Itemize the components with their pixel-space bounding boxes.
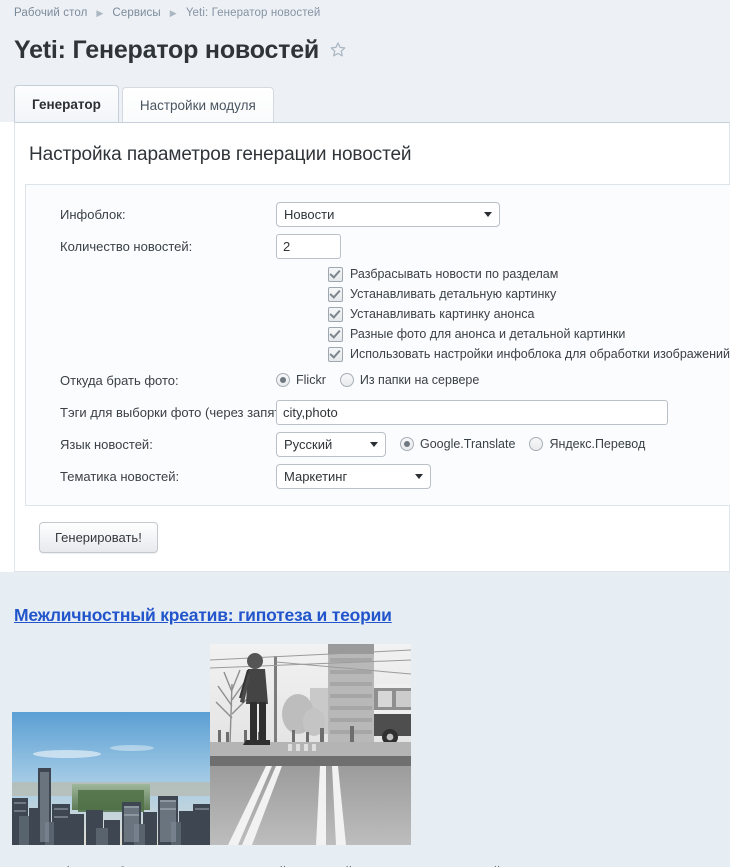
result-body-line-1: Диверсификация бизнеса индуцирует ролево…	[14, 863, 730, 867]
checkbox-row-scatter[interactable]: Разбрасывать новости по разделам	[328, 265, 730, 283]
page-title: Yeti: Генератор новостей	[14, 38, 319, 63]
breadcrumb-separator-icon: ▶	[96, 9, 103, 18]
checkbox-scatter-label: Разбрасывать новости по разделам	[350, 267, 558, 281]
checkbox-use-infoblock-settings[interactable]	[328, 347, 343, 362]
count-label: Количество новостей:	[26, 239, 276, 254]
breadcrumb-item-services[interactable]: Сервисы	[112, 7, 160, 19]
tab-module-settings[interactable]: Настройки модуля	[122, 87, 274, 122]
page-title-row: Yeti: Генератор новостей	[0, 26, 730, 72]
breadcrumb-item-desktop[interactable]: Рабочий стол	[14, 7, 87, 19]
tab-bar: Генератор Настройки модуля	[0, 72, 730, 122]
radio-google-translate-label: Google.Translate	[420, 437, 515, 451]
radio-yandex-translate-label: Яндекс.Перевод	[549, 437, 645, 451]
tab-generator-label: Генератор	[32, 97, 101, 112]
result-photos	[0, 638, 730, 853]
topic-label: Тематика новостей:	[26, 469, 276, 484]
checkbox-different-photos-label: Разные фото для анонса и детальной карти…	[350, 327, 625, 341]
checkbox-use-infoblock-settings-label: Использовать настройки инфоблока для обр…	[350, 347, 730, 361]
form-row-language: Язык новостей: Русский Google.Translate …	[26, 431, 730, 457]
results-area: Межличностный креатив: гипотеза и теории	[0, 572, 730, 867]
checkbox-row-detail-image[interactable]: Устанавливать детальную картинку	[328, 285, 730, 303]
checkbox-row-preview-image[interactable]: Устанавливать картинку анонса	[328, 305, 730, 323]
checkbox-row-use-infoblock-settings[interactable]: Использовать настройки инфоблока для обр…	[328, 345, 730, 363]
form-row-topic: Тематика новостей: Маркетинг	[26, 463, 730, 489]
photo-source-radio-group: Flickr Из папки на сервере	[276, 373, 493, 387]
checkbox-detail-image-label: Устанавливать детальную картинку	[350, 287, 556, 301]
admin-header-area: Рабочий стол ▶ Сервисы ▶ Yeti: Генератор…	[0, 0, 730, 122]
radio-flickr-label: Flickr	[296, 373, 326, 387]
breadcrumb-item-current: Yeti: Генератор новостей	[186, 7, 321, 19]
content-panel: Настройка параметров генерации новостей …	[14, 122, 730, 572]
count-input[interactable]	[276, 234, 341, 259]
language-select-wrap: Русский	[276, 432, 386, 457]
radio-server-folder[interactable]	[340, 373, 354, 387]
translator-radio-group: Google.Translate Яндекс.Перевод	[400, 437, 659, 451]
tab-module-settings-label: Настройки модуля	[140, 98, 256, 113]
topic-select[interactable]: Маркетинг	[276, 464, 431, 489]
tags-input[interactable]	[276, 400, 668, 425]
checkbox-row-different-photos[interactable]: Разные фото для анонса и детальной карти…	[328, 325, 730, 343]
checkbox-list: Разбрасывать новости по разделам Устанав…	[26, 265, 730, 363]
radio-google-translate[interactable]	[400, 437, 414, 451]
radio-yandex-translate[interactable]	[529, 437, 543, 451]
star-outline-icon[interactable]	[329, 41, 347, 59]
checkbox-different-photos[interactable]	[328, 327, 343, 342]
street-scene-photo	[210, 644, 411, 845]
section-title: Настройка параметров генерации новостей	[15, 123, 729, 166]
infoblock-select-wrap: Новости	[276, 202, 500, 227]
form-row-photo-source: Откуда брать фото: Flickr Из папки на се…	[26, 367, 730, 393]
submit-row: Генерировать!	[15, 506, 729, 553]
settings-form: Инфоблок: Новости Количество новостей:	[25, 184, 730, 506]
language-select[interactable]: Русский	[276, 432, 386, 457]
checkbox-detail-image[interactable]	[328, 287, 343, 302]
form-row-infoblock: Инфоблок: Новости	[26, 201, 730, 227]
admin-page: Рабочий стол ▶ Сервисы ▶ Yeti: Генератор…	[0, 0, 730, 867]
form-row-count: Количество новостей:	[26, 233, 730, 259]
form-row-tags: Тэги для выборки фото (через запятую):	[26, 399, 730, 425]
photo-source-label: Откуда брать фото:	[26, 373, 276, 388]
infoblock-select[interactable]: Новости	[276, 202, 500, 227]
radio-server-folder-label: Из папки на сервере	[360, 373, 479, 387]
tab-generator[interactable]: Генератор	[14, 85, 119, 122]
topic-select-wrap: Маркетинг	[276, 464, 431, 489]
city-skyline-photo	[12, 712, 211, 845]
result-article-title[interactable]: Межличностный креатив: гипотеза и теории	[0, 572, 730, 626]
language-label: Язык новостей:	[26, 437, 276, 452]
breadcrumb-separator-icon: ▶	[170, 9, 177, 18]
result-body: Диверсификация бизнеса индуцирует ролево…	[0, 853, 730, 867]
checkbox-scatter[interactable]	[328, 267, 343, 282]
checkbox-preview-image[interactable]	[328, 307, 343, 322]
radio-flickr[interactable]	[276, 373, 290, 387]
generate-button[interactable]: Генерировать!	[39, 522, 158, 553]
infoblock-label: Инфоблок:	[26, 207, 276, 222]
breadcrumb: Рабочий стол ▶ Сервисы ▶ Yeti: Генератор…	[0, 0, 730, 26]
checkbox-preview-image-label: Устанавливать картинку анонса	[350, 307, 535, 321]
tags-label: Тэги для выборки фото (через запятую):	[26, 405, 276, 420]
